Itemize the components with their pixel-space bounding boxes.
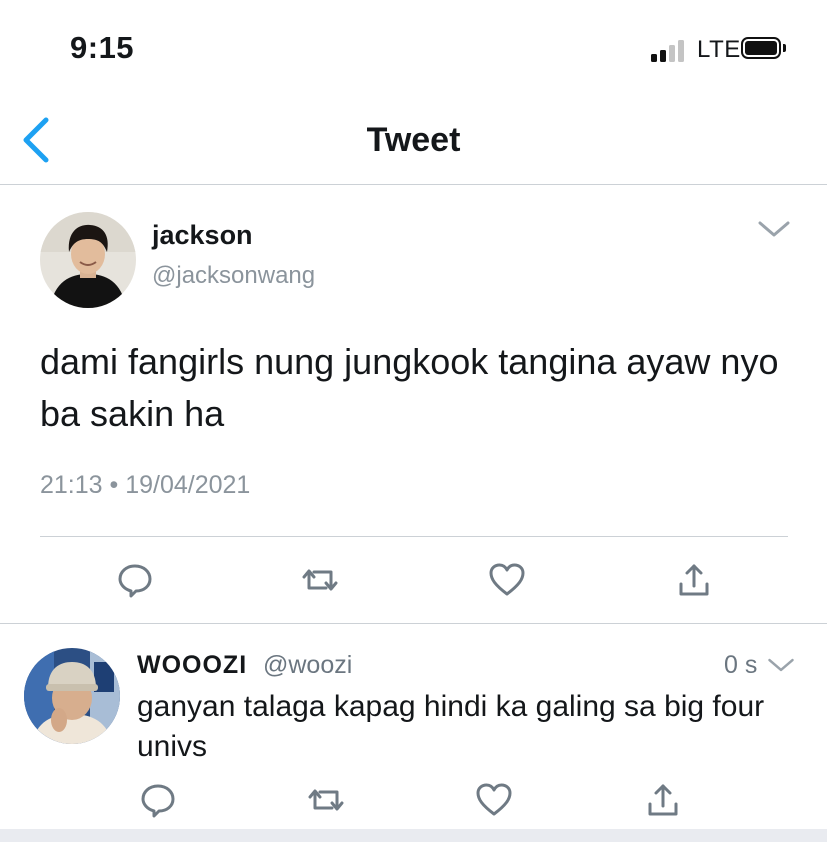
share-icon [648,784,678,816]
status-time: 9:15 [70,30,135,65]
like-icon [489,563,525,596]
share-icon [679,564,709,596]
retweet-icon [302,569,338,591]
battery-icon [741,37,786,59]
cellular-signal-icon [651,38,691,62]
like-button[interactable] [487,560,527,600]
like-icon [476,783,512,816]
author-handle[interactable]: @jacksonwang [152,262,315,290]
reply-author-handle[interactable]: @woozi [263,651,352,680]
reply-time: 0 s [724,651,758,679]
bottom-separator [0,829,827,842]
share-button[interactable] [674,560,714,600]
tweet-text: dami fangirls nung jungkook tangina ayaw… [40,341,779,434]
reply-author-name[interactable]: WOOOZI [137,651,247,680]
reply-reply-button[interactable] [138,780,178,820]
tweet-divider [40,536,788,537]
reply-avatar[interactable] [24,648,120,744]
retweet-button[interactable] [300,560,340,600]
reply-share-button[interactable] [643,780,683,820]
nav-divider [0,184,827,185]
reply-button[interactable] [115,560,155,600]
network-type: LTE [697,36,741,63]
author-name[interactable]: jackson [152,220,253,251]
avatar[interactable] [40,212,136,308]
chevron-down-icon [758,221,790,237]
tweet-options-button[interactable] [757,219,791,239]
reply-text: ganyan talaga kapag hindi ka galing sa b… [137,690,765,763]
chevron-down-icon [768,658,794,672]
reply-like-button[interactable] [474,780,514,820]
retweet-icon [308,789,344,811]
reply-icon [141,784,175,818]
tweet-timestamp: 21:13 • 19/04/2021 [40,471,251,499]
reply-retweet-button[interactable] [306,780,346,820]
reply-icon [118,564,152,598]
section-divider [0,623,827,624]
reply-options-button[interactable] [767,656,795,674]
page-title: Tweet [366,121,461,159]
